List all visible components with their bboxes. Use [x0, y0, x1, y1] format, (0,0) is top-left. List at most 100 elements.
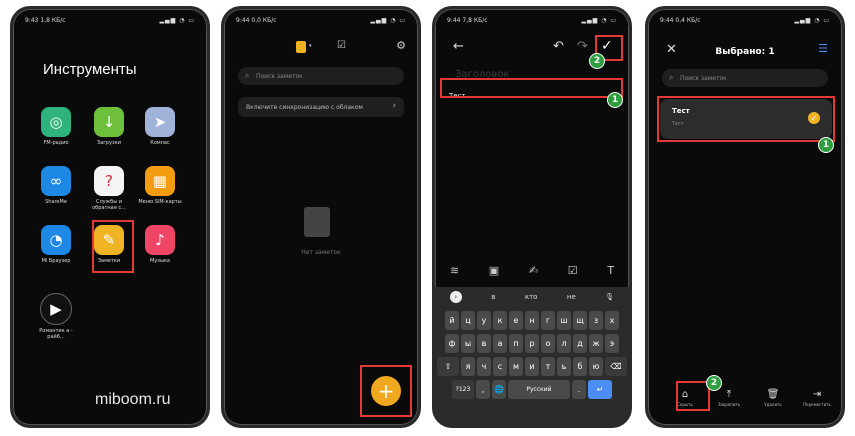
- redo-icon[interactable]: ↷: [577, 39, 588, 54]
- selection-title: Выбрано: 1: [715, 47, 775, 57]
- phone-notes-empty: 9:44 0,0 КБ/с ▂▄▆ ◔ ▭ ▾ ☑ ⚙ ⌕ Поиск заме…: [221, 6, 421, 428]
- app-label: FM-радио: [43, 140, 69, 146]
- globe-icon[interactable]: 🌐: [492, 380, 506, 399]
- suggestion[interactable]: в: [491, 293, 495, 301]
- phone-notes-selected: 9:44 0,4 КБ/с ▂▄▆ ◔ ▭ ✕ Выбрано: 1 ☰ ⌕ П…: [645, 6, 845, 428]
- letter-key[interactable]: ш: [557, 311, 571, 330]
- shift-key[interactable]: ⇧: [437, 357, 459, 376]
- notes-toolbar: ▾ ☑ ⚙: [224, 39, 418, 57]
- letter-key[interactable]: б: [573, 357, 587, 376]
- app-label: Загрузки: [97, 140, 121, 146]
- microphone-icon[interactable]: 🎙: [605, 293, 614, 301]
- letter-key[interactable]: щ: [573, 311, 587, 330]
- backspace-key[interactable]: ⌫: [605, 357, 627, 376]
- app-icon[interactable]: ➤ Компас: [138, 107, 182, 146]
- letter-key[interactable]: ы: [461, 334, 475, 353]
- app-glyph-icon: ▦: [145, 166, 175, 196]
- letter-key[interactable]: з: [589, 311, 603, 330]
- suggestion[interactable]: не: [567, 293, 576, 301]
- search-input[interactable]: ⌕ Поиск заметок: [662, 69, 828, 87]
- letter-key[interactable]: в: [477, 334, 491, 353]
- search-placeholder: Поиск заметок: [256, 72, 303, 80]
- period-key[interactable]: .: [572, 380, 586, 399]
- phone-home-folder: 9:43 1,8 КБ/с ▂▄▆ ◔ ▭ Инструменты ◎ FM-ра…: [10, 6, 210, 428]
- action-label: Переместить: [803, 402, 831, 407]
- empty-notes-icon: [304, 207, 330, 237]
- pin-icon: ⤒: [726, 389, 732, 400]
- image-icon[interactable]: ▣: [489, 264, 499, 277]
- app-label: Меню SIM-карты: [138, 199, 182, 205]
- comma-key[interactable]: ,: [476, 380, 490, 399]
- status-time: 9:44: [660, 17, 674, 24]
- back-arrow-icon[interactable]: ←: [453, 39, 464, 54]
- numbers-key[interactable]: ?123: [452, 380, 474, 399]
- letter-key[interactable]: я: [461, 357, 475, 376]
- search-input[interactable]: ⌕ Поиск заметок: [238, 67, 404, 85]
- app-glyph-icon: ♪: [145, 225, 175, 255]
- letter-key[interactable]: к: [493, 311, 507, 330]
- keyboard: › в кто не 🎙 йцукенгшщзх фывапролджэ ⇧ я…: [435, 287, 629, 425]
- highlight-selected-note: [657, 96, 835, 142]
- audio-wave-icon[interactable]: ≋: [450, 264, 459, 277]
- letter-key[interactable]: ч: [477, 357, 491, 376]
- sync-banner[interactable]: Включите синхронизацию с облаком ›: [238, 97, 404, 117]
- app-glyph-icon: ∞: [41, 166, 71, 196]
- app-icon[interactable]: ♪ Музыка: [138, 225, 182, 264]
- letter-key[interactable]: й: [445, 311, 459, 330]
- letter-key[interactable]: д: [573, 334, 587, 353]
- app-icon[interactable]: ▦ Меню SIM-карты: [138, 166, 182, 205]
- app-icon[interactable]: ↓ Загрузки: [87, 107, 131, 146]
- letter-key[interactable]: ц: [461, 311, 475, 330]
- letter-key[interactable]: о: [541, 334, 555, 353]
- space-key[interactable]: Русский: [508, 380, 570, 399]
- letter-key[interactable]: ю: [589, 357, 603, 376]
- app-glyph-icon: ▶: [40, 293, 72, 325]
- tasks-tab-icon[interactable]: ☑: [337, 40, 346, 51]
- letter-key[interactable]: и: [525, 357, 539, 376]
- letter-key[interactable]: х: [605, 311, 619, 330]
- letter-key[interactable]: п: [509, 334, 523, 353]
- action-delete-button[interactable]: 🗑 Удалить: [756, 389, 790, 407]
- letter-key[interactable]: г: [541, 311, 555, 330]
- expand-chevron-icon[interactable]: ›: [449, 291, 462, 303]
- undo-icon[interactable]: ↶: [553, 39, 564, 54]
- letter-key[interactable]: т: [541, 357, 555, 376]
- dropdown-caret-icon[interactable]: ▾: [309, 43, 312, 49]
- letter-key[interactable]: у: [477, 311, 491, 330]
- letter-key[interactable]: с: [493, 357, 507, 376]
- app-icon[interactable]: ∞ ShareMe: [34, 166, 78, 205]
- app-label: Службы и обратная с...: [92, 199, 126, 211]
- trash-icon: 🗑: [766, 389, 780, 400]
- app-glyph-icon: ➤: [145, 107, 175, 137]
- letter-key[interactable]: н: [525, 311, 539, 330]
- app-icon[interactable]: ▶ Романтик а - рай6...: [34, 293, 78, 340]
- suggestion[interactable]: кто: [525, 293, 538, 301]
- letter-key[interactable]: ь: [557, 357, 571, 376]
- checkbox-icon[interactable]: ☑: [568, 264, 578, 277]
- search-icon: ⌕: [669, 73, 674, 82]
- app-label: Компас: [150, 140, 170, 146]
- step-badge-2: 2: [706, 375, 722, 391]
- letter-key[interactable]: э: [605, 334, 619, 353]
- action-pin-button[interactable]: ⤒ Закрепить: [712, 389, 746, 407]
- app-glyph-icon: ↓: [94, 107, 124, 137]
- letter-key[interactable]: м: [509, 357, 523, 376]
- select-all-icon[interactable]: ☰: [818, 42, 828, 55]
- app-icon[interactable]: ◔ Mi Браузер: [34, 225, 78, 264]
- notes-tab-icon[interactable]: [296, 41, 306, 53]
- letter-key[interactable]: л: [557, 334, 571, 353]
- app-icon[interactable]: ◎ FM-радио: [34, 107, 78, 146]
- letter-key[interactable]: ж: [589, 334, 603, 353]
- brush-icon[interactable]: ✍: [529, 264, 538, 277]
- enter-key[interactable]: ↵: [588, 380, 612, 399]
- highlight-add-button: [360, 365, 412, 417]
- text-format-icon[interactable]: T: [607, 264, 614, 277]
- watermark: miboom.ru: [95, 391, 171, 408]
- settings-gear-icon[interactable]: ⚙: [396, 39, 406, 52]
- letter-key[interactable]: е: [509, 311, 523, 330]
- letter-key[interactable]: р: [525, 334, 539, 353]
- letter-key[interactable]: а: [493, 334, 507, 353]
- action-move-button[interactable]: ⇥ Переместить: [800, 389, 834, 407]
- app-icon[interactable]: ? Службы и обратная с...: [87, 166, 131, 211]
- letter-key[interactable]: ф: [445, 334, 459, 353]
